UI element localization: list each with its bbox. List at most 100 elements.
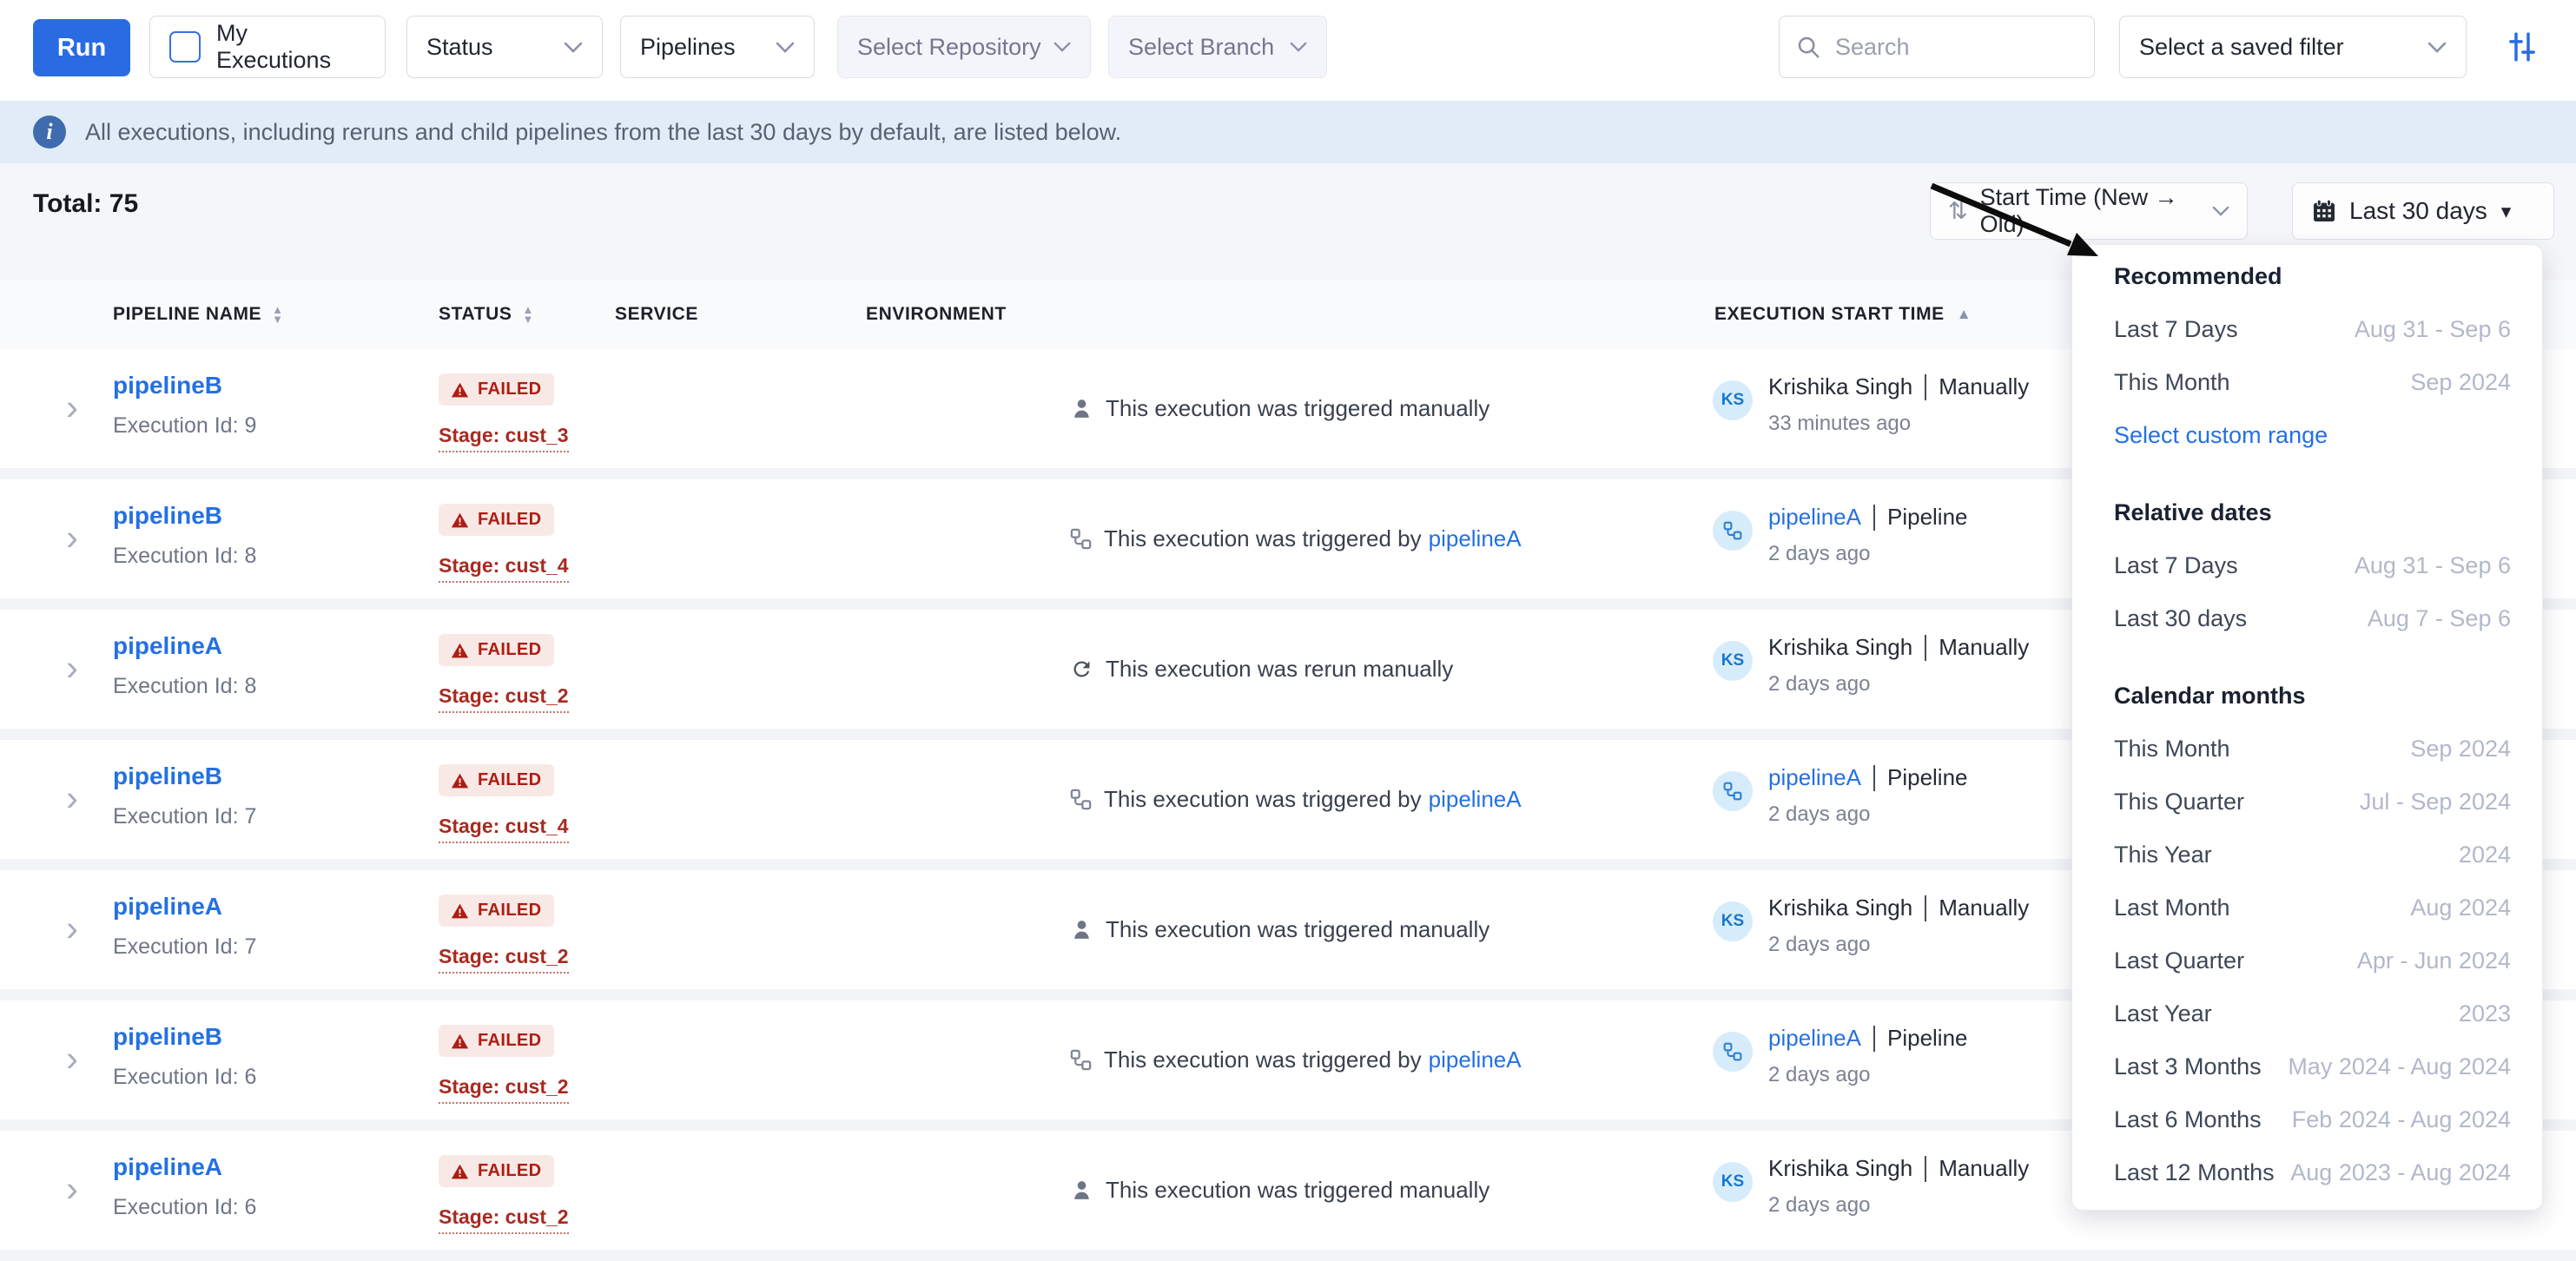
pipeline-name-link[interactable]: pipelineA xyxy=(113,632,222,660)
pipeline-trigger-icon xyxy=(1070,1049,1092,1071)
sort-dropdown[interactable]: ⇅ Start Time (New → Old) xyxy=(1930,182,2248,240)
warning-icon xyxy=(451,1163,469,1180)
column-status[interactable]: STATUS ▲▼ xyxy=(439,280,534,349)
failed-stage-link[interactable]: Stage: cust_2 xyxy=(439,945,569,974)
failed-stage-link[interactable]: Stage: cust_2 xyxy=(439,1075,569,1104)
date-range-option-label: Last 6 Months xyxy=(2114,1106,2262,1133)
executor-pipeline-link[interactable]: pipelineA xyxy=(1768,764,1861,791)
status-badge: FAILED xyxy=(439,764,554,796)
date-range-option[interactable]: Last Quarter Apr - Jun 2024 xyxy=(2072,934,2542,987)
run-button[interactable]: Run xyxy=(33,19,130,76)
sort-arrows-icon: ⇅ xyxy=(1948,198,1968,225)
status-badge: FAILED xyxy=(439,634,554,666)
date-range-option[interactable]: Last 7 Days Aug 31 - Sep 6 xyxy=(2072,539,2542,592)
date-range-option[interactable]: Last 6 Months Feb 2024 - Aug 2024 xyxy=(2072,1093,2542,1146)
column-label: STATUS xyxy=(439,304,512,325)
separator-bar xyxy=(1925,374,1926,400)
date-range-button[interactable]: Last 30 days ▾ xyxy=(2292,182,2554,240)
executor-pipeline-link[interactable]: pipelineA xyxy=(1768,1025,1861,1052)
executor-avatar xyxy=(1713,511,1753,551)
expand-chevron-icon[interactable]: › xyxy=(66,1040,78,1077)
failed-stage-link[interactable]: Stage: cust_2 xyxy=(439,684,569,713)
date-range-option-dates: Jul - Sep 2024 xyxy=(2360,789,2511,815)
expand-chevron-icon[interactable]: › xyxy=(66,780,78,816)
failed-stage-link[interactable]: Stage: cust_2 xyxy=(439,1205,569,1234)
date-range-option[interactable]: Last 12 Months Aug 2023 - Aug 2024 xyxy=(2072,1146,2542,1199)
expand-chevron-icon[interactable]: › xyxy=(66,519,78,556)
trigger-pipeline-link[interactable]: pipelineA xyxy=(1429,1046,1522,1073)
sort-updown-icon[interactable]: ▲▼ xyxy=(522,305,533,324)
status-filter-dropdown[interactable]: Status xyxy=(406,16,603,78)
date-range-option-label: Last 7 Days xyxy=(2114,552,2238,579)
executor-avatar: KS xyxy=(1713,641,1753,681)
expand-chevron-icon[interactable]: › xyxy=(66,1171,78,1207)
date-range-option[interactable]: This Year 2024 xyxy=(2072,829,2542,881)
failed-stage-link[interactable]: Stage: cust_4 xyxy=(439,815,569,843)
column-pipeline-name[interactable]: PIPELINE NAME ▲▼ xyxy=(113,280,284,349)
sort-ascending-icon[interactable]: ▲ xyxy=(1957,306,1972,323)
select-repository-dropdown[interactable]: Select Repository xyxy=(837,16,1091,78)
column-execution-start-time[interactable]: EXECUTION START TIME ▲ xyxy=(1714,280,1972,349)
executor-pipeline-link[interactable]: pipelineA xyxy=(1768,504,1861,531)
pipeline-name-link[interactable]: pipelineA xyxy=(113,1153,222,1181)
date-range-option[interactable]: This Month Sep 2024 xyxy=(2072,356,2542,409)
saved-filter-dropdown[interactable]: Select a saved filter xyxy=(2119,16,2467,78)
date-range-label: Last 30 days xyxy=(2349,197,2487,225)
search-box[interactable] xyxy=(1779,16,2095,78)
date-range-option[interactable]: This Month Sep 2024 xyxy=(2072,723,2542,776)
executor-line: Krishika Singh Manually xyxy=(1768,1155,2029,1182)
expand-chevron-icon[interactable]: › xyxy=(66,389,78,426)
sort-updown-icon[interactable]: ▲▼ xyxy=(272,305,283,324)
chevron-down-icon xyxy=(1054,42,1071,52)
date-range-option-dates: Sep 2024 xyxy=(2410,369,2511,396)
pipelines-filter-dropdown[interactable]: Pipelines xyxy=(620,16,815,78)
date-range-option-label: Last 12 Months xyxy=(2114,1159,2275,1186)
warning-icon xyxy=(451,1033,469,1050)
executor-line: pipelineA Pipeline xyxy=(1768,504,1968,531)
pipeline-name-link[interactable]: pipelineB xyxy=(113,1023,222,1051)
column-label: EXECUTION START TIME xyxy=(1714,304,1945,325)
status-label: FAILED xyxy=(478,510,542,530)
expand-chevron-icon[interactable]: › xyxy=(66,910,78,947)
warning-icon xyxy=(451,642,469,659)
avatar-initials: KS xyxy=(1721,651,1744,670)
separator-bar xyxy=(1925,895,1926,921)
date-range-option[interactable]: Last 3 Months May 2024 - Aug 2024 xyxy=(2072,1040,2542,1093)
filter-settings-button[interactable] xyxy=(2500,24,2545,69)
my-executions-toggle[interactable]: My Executions xyxy=(149,16,386,78)
date-menu-items: This Month Sep 2024 This Quarter Jul - S… xyxy=(2072,723,2542,1199)
trigger-pipeline-link[interactable]: pipelineA xyxy=(1429,525,1522,552)
failed-stage-link[interactable]: Stage: cust_3 xyxy=(439,424,569,452)
search-input[interactable] xyxy=(1833,33,2078,62)
warning-icon xyxy=(451,902,469,920)
expand-chevron-icon[interactable]: › xyxy=(66,650,78,686)
executor-line: pipelineA Pipeline xyxy=(1768,764,1968,791)
search-icon xyxy=(1795,34,1821,60)
pipeline-name-link[interactable]: pipelineA xyxy=(113,893,222,921)
executor-avatar: KS xyxy=(1713,1162,1753,1202)
my-executions-checkbox[interactable] xyxy=(169,31,201,63)
executor-avatar xyxy=(1713,771,1753,811)
execution-time-ago: 2 days ago xyxy=(1768,672,1870,697)
date-range-option[interactable]: Last Year 2023 xyxy=(2072,987,2542,1040)
failed-stage-link[interactable]: Stage: cust_4 xyxy=(439,554,569,583)
status-badge: FAILED xyxy=(439,504,554,536)
date-menu-items: Last 7 Days Aug 31 - Sep 6 This Month Se… xyxy=(2072,303,2542,462)
select-branch-dropdown[interactable]: Select Branch xyxy=(1108,16,1327,78)
trigger-pipeline-link[interactable]: pipelineA xyxy=(1429,786,1522,813)
date-range-option[interactable]: Last 7 Days Aug 31 - Sep 6 xyxy=(2072,303,2542,356)
execution-time-ago: 2 days ago xyxy=(1768,1063,1870,1087)
separator-bar xyxy=(1873,505,1875,531)
pipeline-name-link[interactable]: pipelineB xyxy=(113,372,222,399)
executor-avatar: KS xyxy=(1713,380,1753,420)
date-range-option[interactable]: Last 30 days Aug 7 - Sep 6 xyxy=(2072,592,2542,645)
date-range-option[interactable]: Last Month Aug 2024 xyxy=(2072,881,2542,934)
date-range-option[interactable]: This Quarter Jul - Sep 2024 xyxy=(2072,776,2542,829)
date-menu-section: Relative dates Last 7 Days Aug 31 - Sep … xyxy=(2072,486,2542,645)
date-range-option[interactable]: Select custom range xyxy=(2072,409,2542,462)
trigger-info: This execution was triggered manually xyxy=(1070,349,1489,468)
separator-bar xyxy=(1873,1026,1875,1052)
pipeline-name-link[interactable]: pipelineB xyxy=(113,763,222,790)
date-range-option-dates: Aug 31 - Sep 6 xyxy=(2355,552,2511,579)
pipeline-name-link[interactable]: pipelineB xyxy=(113,502,222,530)
